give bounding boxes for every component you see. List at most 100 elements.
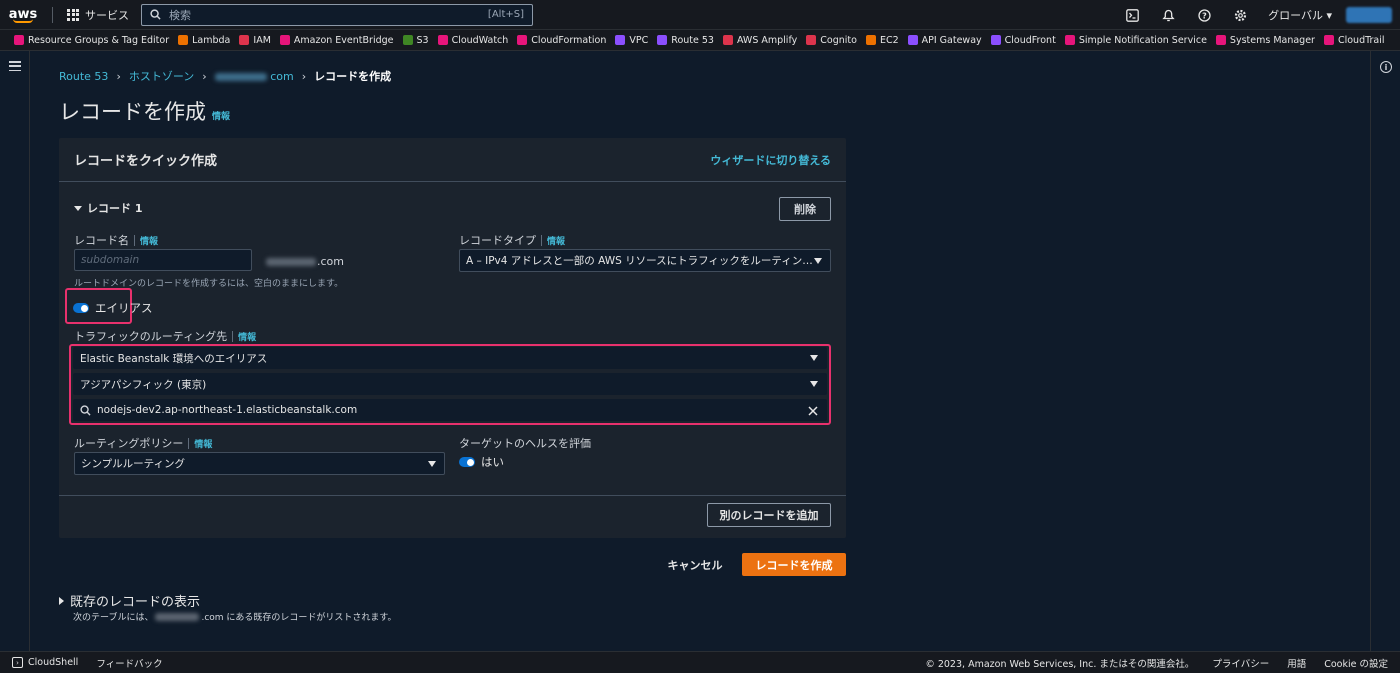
favorite-item[interactable]: AWS Amplify — [722, 34, 798, 46]
favorite-label: VPC — [629, 34, 649, 46]
breadcrumb-hosted-zones[interactable]: ホストゾーン — [129, 68, 194, 84]
alias-toggle[interactable]: エイリアス — [73, 300, 153, 316]
page-title-text: レコードを作成 — [59, 100, 206, 124]
favorite-item[interactable]: CloudFormation — [517, 35, 606, 46]
add-another-record-button[interactable]: 別のレコードを追加 — [707, 503, 831, 527]
caret-down-icon — [814, 257, 822, 264]
service-icon — [437, 35, 448, 45]
favorite-item[interactable]: CloudWatch — [437, 35, 508, 46]
service-icon — [990, 35, 1001, 45]
terms-link[interactable]: 用語 — [1287, 656, 1306, 670]
service-icon — [517, 35, 528, 45]
favorite-label: Cognito — [820, 34, 857, 46]
record-name-info-link[interactable]: 情報 — [140, 234, 158, 247]
service-icon — [907, 35, 918, 45]
record-type-info-link[interactable]: 情報 — [547, 234, 565, 247]
service-icon — [865, 35, 876, 45]
favorite-item[interactable]: IAM — [239, 35, 271, 46]
region-select[interactable]: アジアパシフィック (東京) — [73, 373, 827, 395]
top-navigation: aws サービス 検索 [Alt+S] ? グローバル ▾ — [0, 0, 1400, 30]
create-records-button[interactable]: レコードを作成 — [742, 553, 846, 576]
caret-down-icon — [810, 355, 818, 361]
caret-down-icon — [810, 381, 818, 387]
favorite-label: AWS Amplify — [736, 34, 798, 46]
favorite-item[interactable]: API Gateway — [907, 35, 982, 46]
page-title: レコードを作成 情報 — [59, 96, 230, 126]
favorite-item[interactable]: S3 — [402, 35, 429, 46]
favorite-item[interactable]: Simple Notification Service — [1064, 35, 1207, 46]
favorite-label: EC2 — [879, 34, 899, 46]
favorite-item[interactable]: Lambda — [178, 35, 230, 46]
aws-smile-icon — [13, 19, 33, 23]
record-type-label: レコードタイプ 情報 — [459, 234, 566, 247]
cloudshell-button[interactable]: › CloudShell — [0, 657, 78, 668]
tools-panel-rail: i — [1370, 51, 1400, 651]
favorite-label: CloudFormation — [531, 34, 607, 46]
settings-gear-icon[interactable] — [1222, 0, 1258, 30]
cookie-settings-link[interactable]: Cookie の設定 — [1324, 656, 1388, 670]
record-name-label: レコード名 情報 — [74, 234, 159, 247]
existing-records-expander[interactable]: 既存のレコードの表示 — [59, 591, 200, 610]
favorite-item[interactable]: Resource Groups & Tag Editor — [14, 35, 169, 46]
redacted-domain — [214, 72, 267, 81]
menu-icon[interactable] — [9, 61, 21, 71]
record-type-select[interactable]: A – IPv4 アドレスと一部の AWS リソースにトラフィックをルーティン… — [459, 249, 831, 272]
service-icon — [615, 35, 626, 45]
chevron-right-icon: › — [301, 69, 307, 83]
favorite-item[interactable]: Amazon EventBridge — [279, 35, 394, 46]
endpoint-select[interactable]: Elastic Beanstalk 環境へのエイリアス — [73, 347, 827, 369]
favorite-item[interactable]: Cognito — [806, 35, 857, 46]
services-menu-button[interactable]: サービス — [59, 0, 137, 30]
copyright-text: © 2023, Amazon Web Services, Inc. またはその関… — [925, 658, 1195, 670]
favorite-label: CloudTrail — [1337, 34, 1385, 46]
route-traffic-info-link[interactable]: 情報 — [238, 330, 256, 343]
footer-right: © 2023, Amazon Web Services, Inc. またはその関… — [925, 656, 1388, 670]
favorite-item[interactable]: VPC — [615, 35, 648, 46]
region-selector[interactable]: グローバル ▾ — [1258, 7, 1346, 23]
existing-records-title: 既存のレコードの表示 — [70, 595, 201, 610]
breadcrumb-domain[interactable]: com — [214, 70, 294, 83]
switch-to-wizard-link[interactable]: ウィザードに切り替える — [710, 152, 831, 168]
feedback-link[interactable]: フィードバック — [96, 656, 162, 670]
account-menu[interactable] — [1346, 7, 1392, 23]
favorite-item[interactable]: EC2 — [865, 34, 899, 46]
redacted-domain — [155, 612, 200, 621]
cancel-button[interactable]: キャンセル — [660, 554, 730, 576]
favorite-item[interactable]: Systems Manager — [1215, 35, 1315, 46]
favorite-label: Lambda — [192, 34, 231, 46]
service-icon — [279, 35, 290, 45]
record-1-expander[interactable]: レコード 1 — [74, 200, 142, 216]
help-icon[interactable]: ? — [1186, 0, 1222, 30]
side-navigation-rail — [0, 51, 30, 651]
favorite-item[interactable]: Route 53 — [657, 35, 714, 46]
service-icon — [806, 35, 817, 45]
search-placeholder: 検索 — [169, 8, 191, 22]
evaluate-health-value: はい — [481, 455, 504, 469]
privacy-link[interactable]: プライバシー — [1212, 656, 1269, 670]
routing-policy-info-link[interactable]: 情報 — [194, 437, 212, 450]
notifications-icon[interactable] — [1150, 0, 1186, 30]
environment-search-input[interactable]: nodejs-dev2.ap-northeast-1.elasticbeanst… — [73, 399, 827, 421]
breadcrumb-route53[interactable]: Route 53 — [59, 70, 108, 83]
search-input[interactable]: 検索 [Alt+S] — [141, 3, 533, 26]
favorite-item[interactable]: CloudTrail — [1323, 34, 1385, 46]
favorite-item[interactable]: CloudFront — [990, 34, 1056, 46]
routing-policy-select[interactable]: シンプルルーティング — [74, 452, 445, 475]
info-icon[interactable]: i — [1380, 61, 1392, 73]
record-name-input[interactable]: subdomain — [74, 249, 252, 271]
breadcrumb-current: レコードを作成 — [314, 70, 392, 83]
search-icon — [150, 9, 161, 20]
clear-x-icon[interactable] — [808, 406, 818, 416]
container-title: レコードをクイック作成 — [74, 154, 218, 169]
evaluate-health-toggle[interactable]: はい — [459, 454, 504, 470]
page-info-link[interactable]: 情報 — [212, 109, 230, 122]
nav-divider — [52, 6, 53, 23]
delete-record-button[interactable]: 削除 — [779, 197, 831, 221]
favorite-label: CloudFront — [1004, 34, 1056, 46]
service-icon — [722, 35, 733, 45]
cloudshell-icon: › — [12, 657, 23, 668]
chevron-right-icon: › — [202, 69, 207, 83]
service-icon — [14, 35, 24, 45]
cloudshell-icon[interactable] — [1114, 0, 1150, 30]
aws-logo[interactable]: aws — [0, 0, 46, 30]
